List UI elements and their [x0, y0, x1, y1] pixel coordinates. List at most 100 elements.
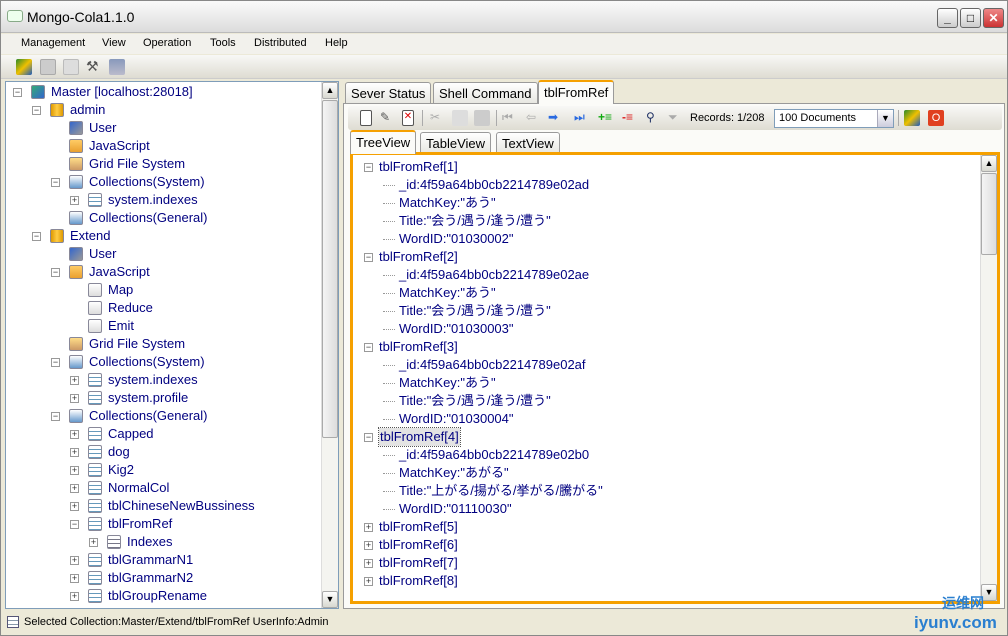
- minimize-button[interactable]: _: [937, 8, 958, 28]
- next-page-icon[interactable]: ➡: [548, 110, 564, 126]
- disconnect-icon[interactable]: [40, 59, 56, 75]
- collapse-icon[interactable]: −: [13, 88, 22, 97]
- field-node[interactable]: WordID:"01030002": [353, 230, 973, 248]
- expand-icon[interactable]: +: [70, 592, 79, 601]
- delete-document-icon[interactable]: ✕: [402, 110, 414, 126]
- binoculars-icon[interactable]: ⚲: [646, 110, 662, 126]
- expand-icon[interactable]: +: [364, 523, 373, 532]
- refresh-icon[interactable]: [904, 110, 920, 126]
- tree-node[interactable]: User: [6, 245, 320, 263]
- expand-icon[interactable]: +: [89, 538, 98, 547]
- key-icon[interactable]: [63, 59, 79, 75]
- tab-tableview[interactable]: TableView: [420, 132, 492, 154]
- tree-node[interactable]: JavaScript: [6, 137, 320, 155]
- connect-icon[interactable]: [16, 59, 32, 75]
- document-node[interactable]: + tblFromRef[7]: [353, 554, 973, 572]
- tree-scrollbar[interactable]: ▲ ▼: [321, 82, 338, 608]
- field-node[interactable]: Title:"会う/遇う/逢う/遭う": [353, 302, 973, 320]
- field-node[interactable]: WordID:"01110030": [353, 500, 973, 518]
- tree-node[interactable]: Grid File System: [6, 335, 320, 353]
- last-page-icon[interactable]: ⏭: [574, 110, 590, 126]
- tree-node[interactable]: User: [6, 119, 320, 137]
- previous-page-icon[interactable]: ⇦: [526, 110, 542, 126]
- collapse-icon[interactable]: −: [70, 520, 79, 529]
- menu-view[interactable]: View: [102, 37, 126, 49]
- document-scrollbar[interactable]: ▲ ▼: [980, 155, 997, 601]
- tree-node[interactable]: Reduce: [6, 299, 320, 317]
- tab-treeview[interactable]: TreeView: [350, 130, 417, 154]
- scroll-up-button[interactable]: ▲: [322, 82, 338, 99]
- tree-node[interactable]: + dog: [6, 443, 320, 461]
- tab-sever-status[interactable]: Sever Status: [345, 82, 432, 104]
- menu-operation[interactable]: Operation: [143, 37, 191, 49]
- field-node[interactable]: MatchKey:"あう": [353, 284, 973, 302]
- document-node[interactable]: + tblFromRef[5]: [353, 518, 973, 536]
- cut-icon[interactable]: ✂: [430, 110, 446, 126]
- field-node[interactable]: MatchKey:"あがる": [353, 464, 973, 482]
- menu-help[interactable]: Help: [325, 37, 348, 49]
- collapse-icon[interactable]: −: [364, 253, 373, 262]
- collapse-icon[interactable]: −: [32, 106, 41, 115]
- menu-management[interactable]: Management: [21, 37, 85, 49]
- tree-node[interactable]: − admin: [6, 101, 320, 119]
- tree-node[interactable]: + tblGrammarN1: [6, 551, 320, 569]
- collapse-icon[interactable]: −: [51, 178, 60, 187]
- close-button[interactable]: ✕: [983, 8, 1004, 28]
- maximize-button[interactable]: □: [960, 8, 981, 28]
- expand-icon[interactable]: +: [364, 577, 373, 586]
- tree-node[interactable]: + system.indexes: [6, 371, 320, 389]
- collapse-icon[interactable]: −: [32, 232, 41, 241]
- field-node[interactable]: _id:4f59a64bb0cb2214789e02af: [353, 356, 973, 374]
- expand-icon[interactable]: +: [70, 574, 79, 583]
- expand-icon[interactable]: +: [70, 502, 79, 511]
- collapse-icon[interactable]: −: [51, 358, 60, 367]
- tree-node[interactable]: − Extend: [6, 227, 320, 245]
- tree-node[interactable]: + system.indexes: [6, 191, 320, 209]
- edit-document-icon[interactable]: ✎: [380, 110, 396, 126]
- expand-icon[interactable]: +: [70, 556, 79, 565]
- first-page-icon[interactable]: ⏮: [502, 110, 518, 126]
- collapse-all-icon[interactable]: -≡: [622, 110, 638, 126]
- tree-node[interactable]: − tblFromRef: [6, 515, 320, 533]
- tree-node[interactable]: Map: [6, 281, 320, 299]
- tree-node[interactable]: + tblGroupRename: [6, 587, 320, 605]
- scroll-up-button[interactable]: ▲: [981, 155, 997, 172]
- expand-icon[interactable]: +: [70, 448, 79, 457]
- tree-node[interactable]: + system.profile: [6, 389, 320, 407]
- tab-shell-command[interactable]: Shell Command: [433, 82, 538, 104]
- paste-icon[interactable]: [474, 110, 490, 126]
- search-db-icon[interactable]: [109, 59, 125, 75]
- expand-icon[interactable]: +: [364, 559, 373, 568]
- field-node[interactable]: WordID:"01030004": [353, 410, 973, 428]
- document-node[interactable]: − tblFromRef[1]: [353, 158, 973, 176]
- chevron-down-icon[interactable]: ▼: [877, 110, 893, 127]
- expand-icon[interactable]: +: [70, 466, 79, 475]
- filter-icon[interactable]: ⏷: [668, 110, 684, 126]
- collapse-icon[interactable]: −: [51, 268, 60, 277]
- tree-node[interactable]: − Collections(General): [6, 407, 320, 425]
- document-node[interactable]: − tblFromRef[3]: [353, 338, 973, 356]
- expand-icon[interactable]: +: [70, 196, 79, 205]
- tree-node[interactable]: − Collections(System): [6, 353, 320, 371]
- tools-icon[interactable]: ⚒: [86, 59, 102, 75]
- tab-textview[interactable]: TextView: [496, 132, 560, 154]
- tree-node[interactable]: + Indexes: [6, 533, 320, 551]
- menu-distributed[interactable]: Distributed: [254, 37, 307, 49]
- collapse-icon[interactable]: −: [51, 412, 60, 421]
- new-document-icon[interactable]: [360, 110, 372, 126]
- expand-icon[interactable]: +: [364, 541, 373, 550]
- menu-tools[interactable]: Tools: [210, 37, 236, 49]
- document-node[interactable]: + tblFromRef[8]: [353, 572, 973, 590]
- expand-icon[interactable]: +: [70, 430, 79, 439]
- field-node[interactable]: Title:"上がる/揚がる/挙がる/騰がる": [353, 482, 973, 500]
- field-node[interactable]: WordID:"01030003": [353, 320, 973, 338]
- document-node[interactable]: + tblFromRef[6]: [353, 536, 973, 554]
- tree-node[interactable]: − JavaScript: [6, 263, 320, 281]
- tree-node[interactable]: + Capped: [6, 425, 320, 443]
- tree-node[interactable]: − Collections(System): [6, 173, 320, 191]
- scroll-thumb[interactable]: [322, 100, 338, 438]
- tree-node[interactable]: + Kig2: [6, 461, 320, 479]
- field-node[interactable]: Title:"会う/遇う/逢う/遭う": [353, 212, 973, 230]
- scroll-thumb[interactable]: [981, 173, 997, 255]
- document-node[interactable]: − tblFromRef[2]: [353, 248, 973, 266]
